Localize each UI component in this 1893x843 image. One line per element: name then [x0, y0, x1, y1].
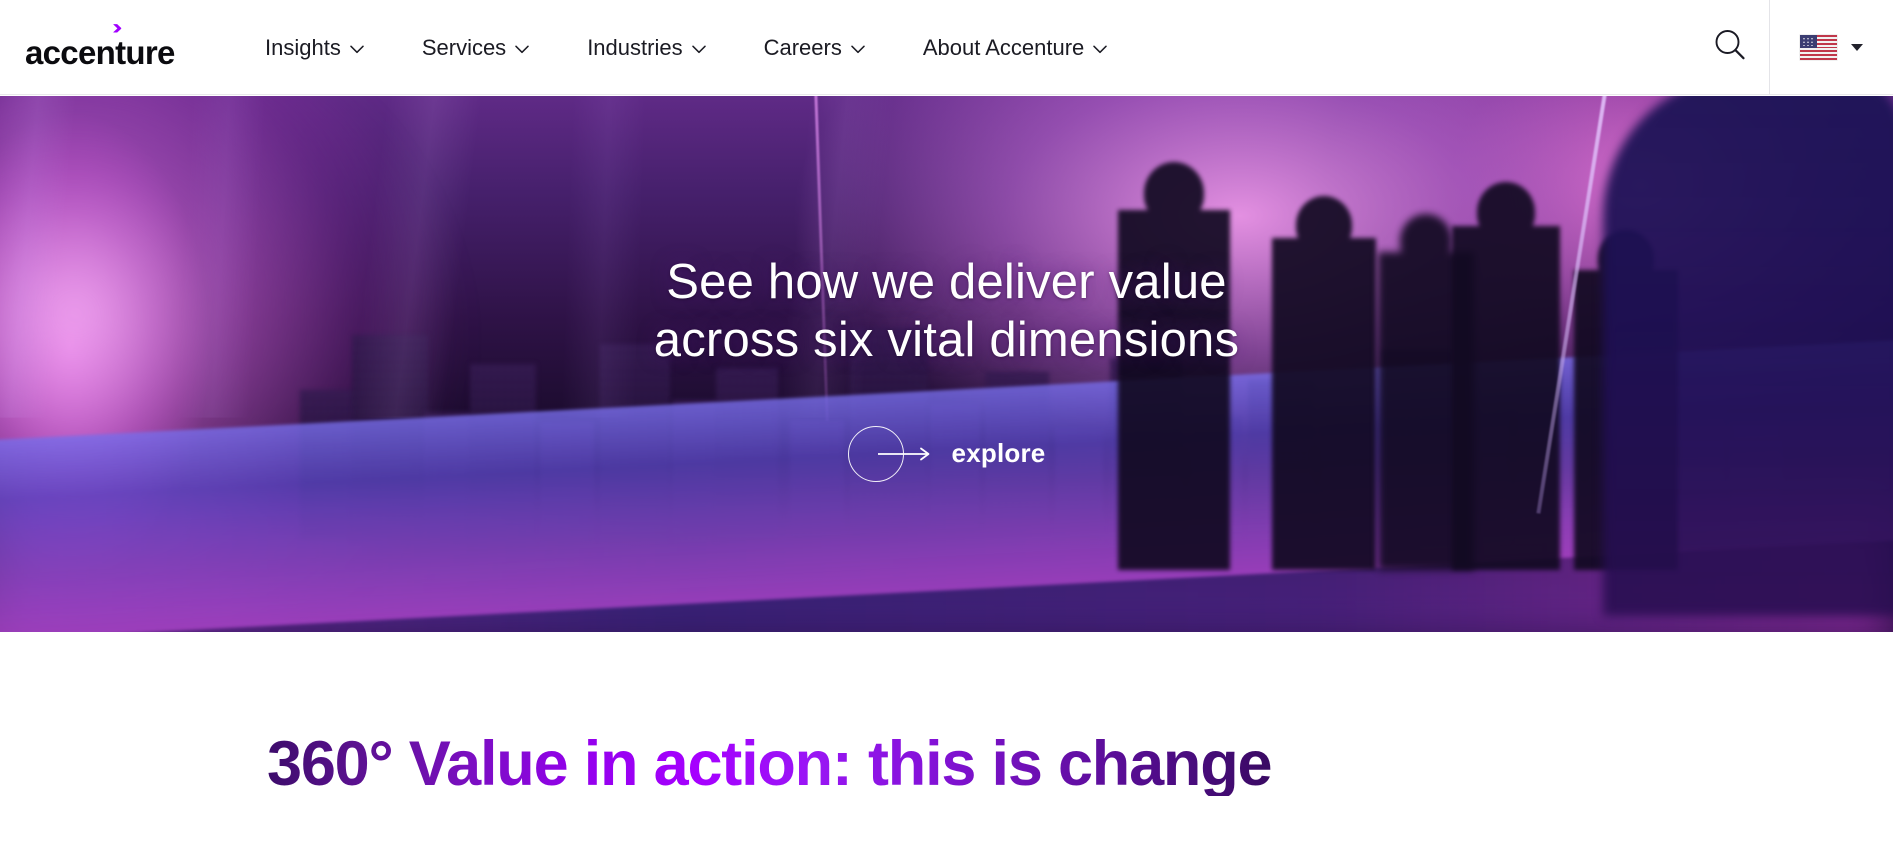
nav-item-industries[interactable]: Industries — [587, 0, 706, 95]
search-button[interactable] — [1691, 0, 1769, 95]
chevron-down-icon — [851, 45, 865, 54]
arrow-right-icon — [877, 447, 936, 461]
accenture-logo[interactable]: › accenture — [25, 14, 195, 74]
nav-item-careers[interactable]: Careers — [764, 0, 865, 95]
nav-item-label: Industries — [587, 34, 683, 60]
hero-title-line-1: See how we deliver value — [666, 255, 1227, 309]
nav-item-insights[interactable]: Insights — [265, 0, 364, 95]
value-in-action-section: 360° Value in action: this is change — [0, 632, 1893, 843]
hero-title-line-2: across six vital dimensions — [653, 312, 1240, 367]
header-actions — [1691, 0, 1893, 95]
chevron-down-icon — [350, 45, 364, 54]
section-heading: 360° Value in action: this is change — [267, 729, 1273, 799]
hero-title: See how we deliver value across six vita… — [654, 254, 1239, 370]
search-icon — [1712, 27, 1748, 68]
explore-button[interactable]: explore — [847, 425, 1046, 482]
chevron-down-icon — [515, 45, 529, 54]
primary-navigation: Insights Services Industries Careers Abo — [265, 0, 1108, 95]
nav-item-label: About Accenture — [922, 34, 1085, 60]
locale-selector[interactable] — [1770, 0, 1893, 95]
accenture-logo-wordmark: accenture — [25, 34, 175, 71]
nav-item-about-accenture[interactable]: About Accenture — [922, 0, 1108, 95]
nav-item-label: Careers — [763, 34, 842, 60]
hero-banner: See how we deliver value across six vita… — [0, 96, 1893, 632]
nav-item-services[interactable]: Services — [422, 0, 529, 95]
nav-item-label: Insights — [265, 34, 341, 60]
chevron-down-icon — [1093, 45, 1108, 54]
explore-button-label: explore — [951, 438, 1046, 469]
hero-content: See how we deliver value across six vita… — [0, 96, 1893, 632]
chevron-down-icon — [691, 45, 706, 54]
nav-item-label: Services — [421, 34, 507, 60]
caret-down-icon — [1851, 44, 1863, 51]
us-flag-icon — [1800, 35, 1837, 60]
site-header: › accenture Insights Services Industries… — [0, 0, 1893, 95]
